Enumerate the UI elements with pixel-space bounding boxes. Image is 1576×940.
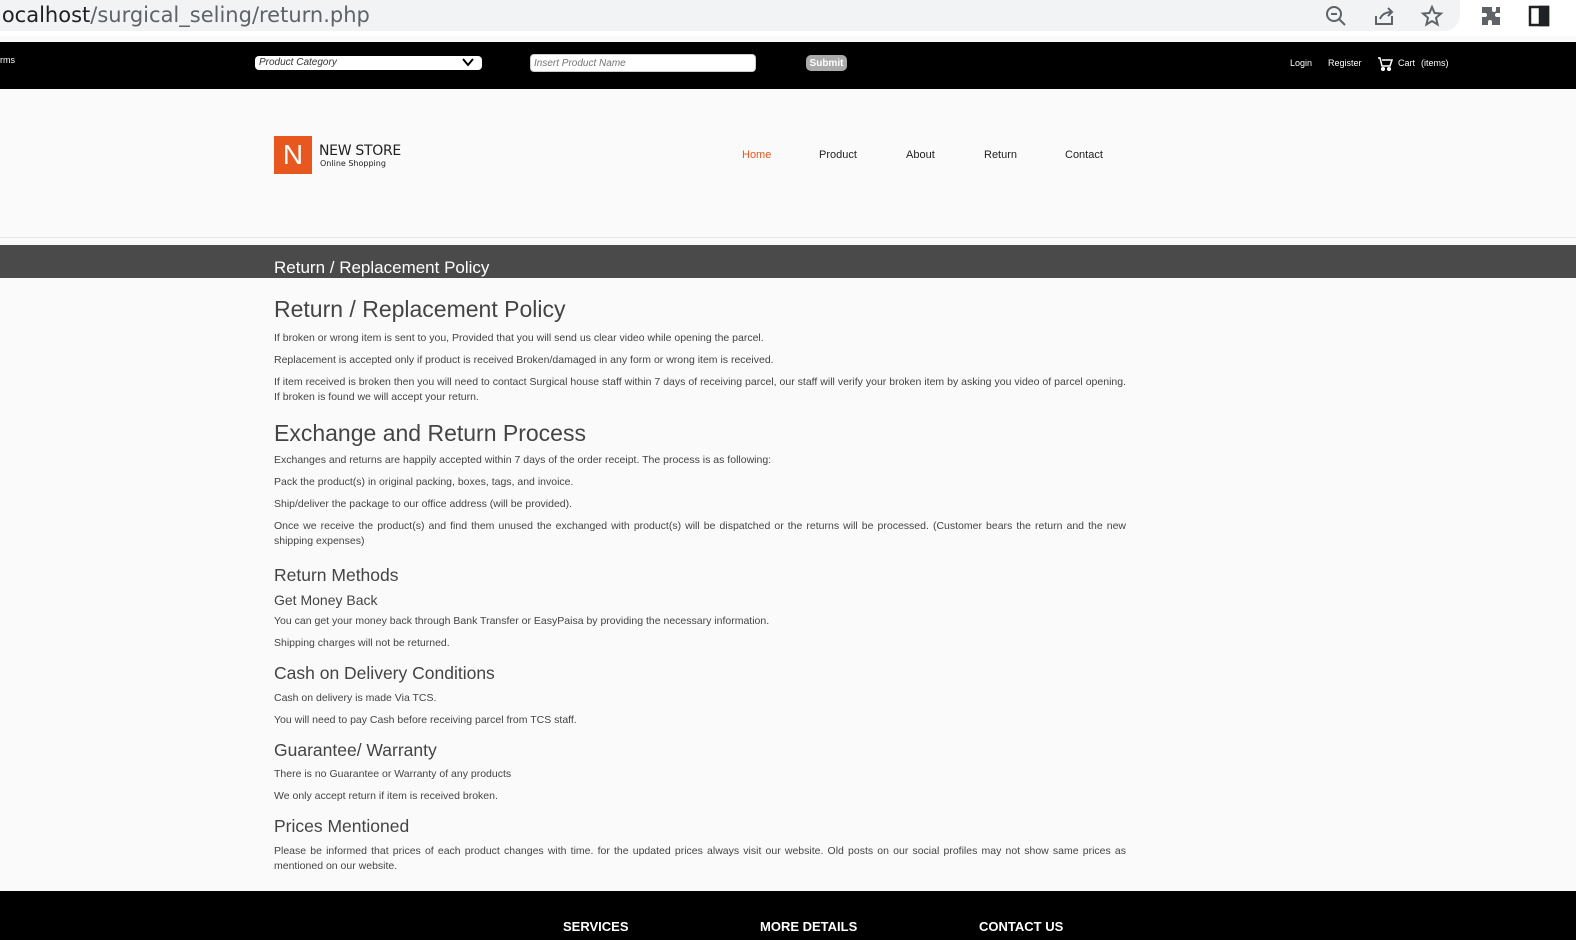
prices-heading: Prices Mentioned [274,816,410,836]
category-select-label: Product Category [259,57,337,68]
prices-paragraph: Please be informed that prices of each p… [274,845,1126,872]
policy-paragraph: If item received is broken then you will… [274,376,1126,403]
cod-paragraph: Cash on delivery is made Via TCS. [274,692,437,704]
methods-paragraph: Shipping charges will not be returned. [274,637,450,649]
exchange-paragraph: Pack the product(s) in original packing,… [274,476,574,488]
footer-services-heading: SERVICES [563,919,629,934]
star-icon[interactable] [1418,2,1446,30]
policy-content: Return / Replacement Policy If broken or… [274,296,1126,874]
logo-letter[interactable]: N [274,136,312,174]
cart-icon[interactable] [1377,56,1394,74]
extensions-icon[interactable] [1477,2,1505,30]
header-divider [0,237,1576,238]
nav-contact[interactable]: Contact [1065,149,1103,161]
cart-link[interactable]: Cart [1398,58,1415,68]
nav-product[interactable]: Product [819,149,857,161]
nav-about[interactable]: About [906,149,935,161]
methods-paragraph: You can get your money back through Bank… [274,615,770,627]
exchange-paragraph: Exchanges and returns are happily accept… [274,454,772,466]
warranty-paragraph: There is no Guarantee or Warranty of any… [274,768,512,780]
warranty-heading: Guarantee/ Warranty [274,740,437,760]
login-link[interactable]: Login [1290,58,1312,68]
address-bar[interactable]: localhost/surgical_seling/return.php [0,0,1460,31]
cod-heading: Cash on Delivery Conditions [274,663,495,683]
policy-heading: Return / Replacement Policy [274,296,566,322]
warranty-paragraph: We only accept return if item is receive… [274,790,498,802]
exchange-paragraph: Once we receive the product(s) and find … [274,520,1126,547]
register-link[interactable]: Register [1328,58,1362,68]
left-link-fragment[interactable]: rms [0,55,15,65]
policy-paragraph: If broken or wrong item is sent to you, … [274,332,764,344]
chevron-down-icon [462,58,474,67]
nav-home[interactable]: Home [742,149,771,161]
footer-more-details-heading: MORE DETAILS [760,919,858,934]
footer-contact-heading: CONTACT US [979,919,1064,934]
category-select[interactable]: Product Category [255,56,482,70]
page-title-band: Return / Replacement Policy [0,245,1576,278]
store-name[interactable]: NEW STORE [319,143,401,159]
cod-paragraph: You will need to pay Cash before receivi… [274,714,577,726]
money-back-subheading: Get Money Back [274,592,378,608]
product-search-input[interactable] [530,54,756,72]
exchange-paragraph: Ship/deliver the package to our office a… [274,498,573,510]
submit-button[interactable]: Submit [806,55,847,71]
page-title: Return / Replacement Policy [274,258,490,277]
return-methods-heading: Return Methods [274,565,399,585]
store-tagline: Online Shopping [320,159,386,168]
browser-toolbar: localhost/surgical_seling/return.php [0,0,1576,36]
exchange-heading: Exchange and Return Process [274,420,586,446]
cart-items-count[interactable]: (items) [1421,58,1449,68]
share-icon[interactable] [1370,2,1398,30]
zoom-out-icon[interactable] [1322,2,1350,30]
footer: SERVICES MORE DETAILS CONTACT US [0,891,1576,940]
url-text[interactable]: localhost/surgical_seling/return.php [0,3,370,27]
nav-return[interactable]: Return [984,149,1017,161]
policy-paragraph: Replacement is accepted only if product … [274,354,774,366]
sidebar-icon[interactable] [1525,2,1553,30]
